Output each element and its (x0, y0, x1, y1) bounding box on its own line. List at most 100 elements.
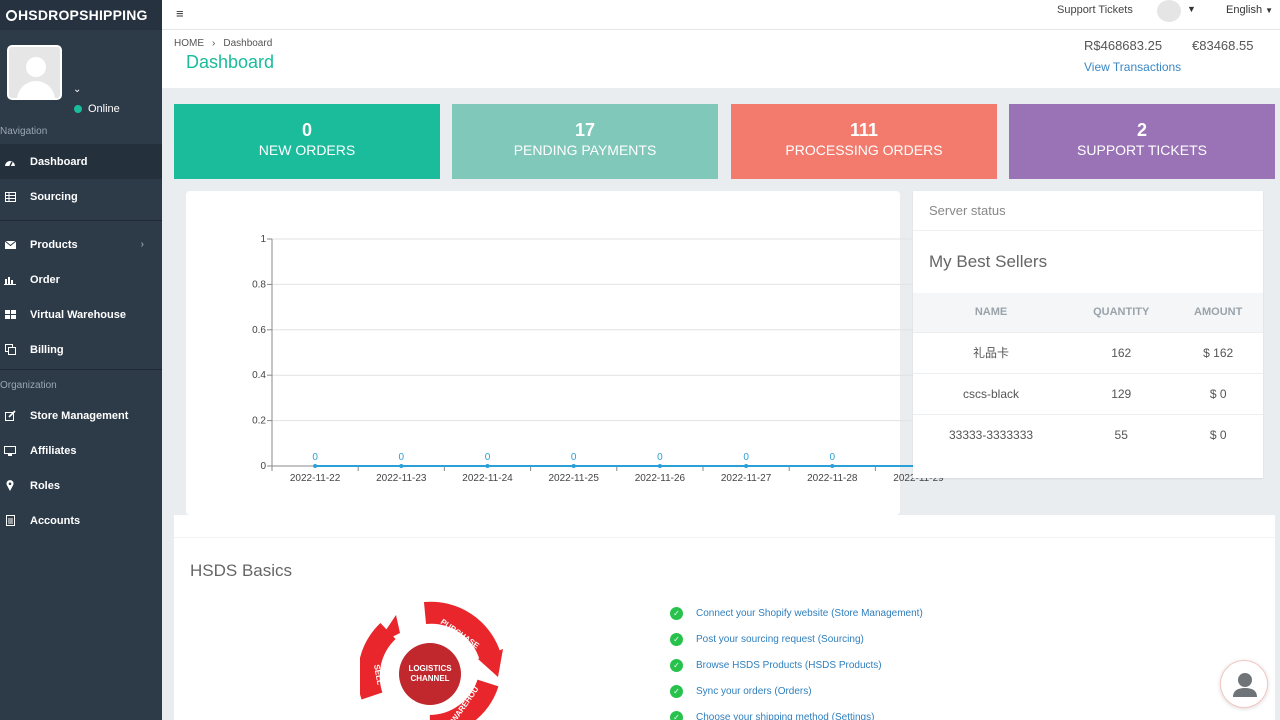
x-tick-label: 2022-11-24 (462, 473, 513, 484)
caret-down-icon: ▼ (1265, 6, 1274, 15)
checklist-item[interactable]: ✓ Browse HSDS Products (HSDS Products) (670, 653, 923, 679)
sidebar-item-affiliates[interactable]: Affiliates (0, 433, 162, 468)
checklist-item[interactable]: ✓ Post your sourcing request (Sourcing) (670, 627, 923, 653)
brand-logo[interactable]: HSDROPSHIPPING (0, 0, 162, 30)
cell-amount: $ 162 (1173, 331, 1263, 373)
y-tick-label: 1 (260, 234, 266, 245)
stat-value: 17 (574, 120, 596, 140)
column-header-name[interactable]: NAME (913, 293, 1070, 332)
sidebar-item-label: Dashboard (30, 155, 88, 168)
check-icon: ✓ (670, 684, 683, 698)
hamburger-menu-icon[interactable]: ≡ (176, 6, 184, 21)
checklist-link[interactable]: Browse HSDS Products (HSDS Products) (696, 660, 882, 671)
checklist-link[interactable]: Post your sourcing request (Sourcing) (696, 634, 864, 645)
breadcrumb-home[interactable]: HOME (174, 38, 204, 49)
sidebar-item-store-management[interactable]: Store Management (0, 398, 162, 433)
topbar: ≡ Support Tickets ▼ English ▼ (162, 0, 1280, 30)
copy-icon (3, 344, 17, 356)
data-point (571, 464, 576, 468)
sidebar-item-virtual-warehouse[interactable]: Virtual Warehouse (0, 297, 162, 332)
sidebar-item-dashboard[interactable]: Dashboard (0, 144, 162, 179)
orders-chart: 0 0.2 0.4 0.6 0.8 1 2022-11-22 2022-11-23 2022-1… (252, 234, 944, 484)
balance-eur: €83468.55 (1192, 38, 1254, 53)
checklist-link[interactable]: Connect your Shopify website (Store Mana… (696, 608, 923, 619)
data-label: 0 (830, 452, 836, 463)
y-tick-label: 0.2 (252, 416, 266, 427)
checklist-item[interactable]: ✓ Sync your orders (Orders) (670, 678, 923, 704)
sidebar-item-products[interactable]: Products › (0, 227, 162, 262)
cell-quantity: 162 (1069, 331, 1174, 373)
y-tick-label: 0.6 (252, 325, 266, 336)
nav-heading: Navigation (0, 126, 48, 137)
check-icon: ✓ (670, 710, 683, 720)
edit-icon (3, 410, 17, 422)
sidebar-item-label: Affiliates (30, 444, 77, 457)
balance-brl: R$468683.25 (1084, 38, 1163, 53)
logo-circle-icon (6, 9, 17, 21)
status-dot-icon (74, 105, 82, 113)
page-title: Dashboard (186, 52, 275, 72)
stat-card-processing-orders[interactable]: 111 PROCESSING ORDERS (731, 104, 997, 179)
data-label: 0 (657, 452, 663, 463)
data-point (399, 464, 404, 468)
breadcrumb-current: Dashboard (223, 38, 273, 49)
stat-label: SUPPORT TICKETS (1077, 142, 1207, 158)
data-point (657, 464, 662, 468)
checklist-link[interactable]: Sync your orders (Orders) (696, 686, 812, 697)
sidebar-item-label: Virtual Warehouse (30, 308, 126, 321)
cell-amount: $ 0 (1173, 413, 1263, 455)
table-row: 33333-3333333 55 $ 0 (913, 413, 1263, 455)
stat-card-new-orders[interactable]: 0 NEW ORDERS (174, 104, 440, 179)
data-label: 0 (485, 452, 491, 463)
basics-title: HSDS Basics (190, 561, 293, 580)
stat-card-pending-payments[interactable]: 17 PENDING PAYMENTS (452, 104, 718, 179)
data-label: 0 (312, 452, 318, 463)
language-select[interactable]: English ▼ (1226, 4, 1273, 16)
user-avatar[interactable] (1157, 0, 1181, 22)
breadcrumb: HOME › Dashboard (174, 38, 272, 49)
sidebar-item-roles[interactable]: Roles (0, 468, 162, 503)
column-header-quantity[interactable]: QUANTITY (1069, 293, 1174, 332)
chevron-right-icon: › (212, 38, 216, 49)
online-status: Online (74, 103, 120, 115)
check-icon: ✓ (670, 658, 683, 672)
basics-panel: HSDS Basics LOGISTICS CHANNEL PURCHASE S… (174, 515, 1275, 720)
cell-quantity: 55 (1069, 413, 1174, 455)
chevron-right-icon: › (140, 239, 144, 250)
stat-card-support-tickets[interactable]: 2 SUPPORT TICKETS (1009, 104, 1275, 179)
data-point (485, 464, 490, 468)
envelope-icon (3, 239, 17, 251)
data-point (744, 464, 749, 468)
sidebar-item-accounts[interactable]: Accounts (0, 503, 162, 538)
support-agent-icon (1233, 673, 1257, 697)
sidebar: HSDROPSHIPPING ⌄ Online Navigation Dashb… (0, 0, 162, 720)
profile-dropdown-icon[interactable]: ⌄ (73, 84, 81, 95)
cell-quantity: 129 (1069, 372, 1174, 414)
sidebar-item-order[interactable]: Order (0, 262, 162, 297)
sidebar-item-label: Sourcing (30, 190, 78, 203)
support-tickets-link[interactable]: Support Tickets (1057, 4, 1133, 16)
x-tick-label: 2022-11-23 (376, 473, 427, 484)
chat-support-button[interactable] (1220, 660, 1268, 708)
logo-text: HSDROPSHIPPING (18, 7, 148, 23)
y-tick-label: 0.4 (252, 370, 266, 381)
checklist-link[interactable]: Choose your shipping method (Settings) (696, 712, 874, 720)
sidebar-item-sourcing[interactable]: Sourcing (0, 179, 162, 214)
best-sellers-panel: Server status My Best Sellers NAME QUANT… (913, 191, 1263, 478)
sidebar-item-billing[interactable]: Billing (0, 332, 162, 367)
table-header-row: NAME QUANTITY AMOUNT (913, 293, 1263, 332)
caret-down-icon[interactable]: ▼ (1187, 4, 1196, 14)
check-icon: ✓ (670, 633, 683, 647)
cycle-center-line2: CHANNEL (410, 674, 449, 683)
avatar[interactable] (7, 45, 62, 100)
check-icon: ✓ (670, 607, 683, 621)
checklist-item[interactable]: ✓ Connect your Shopify website (Store Man… (670, 601, 923, 627)
user-profile: ⌄ Online (0, 30, 162, 115)
logistics-cycle-diagram: LOGISTICS CHANNEL PURCHASE SELL WAREHOU (360, 601, 503, 720)
checklist-item[interactable]: ✓ Choose your shipping method (Settings) (670, 704, 923, 720)
view-transactions-link[interactable]: View Transactions (1084, 60, 1181, 74)
cell-name: 礼品卡 (913, 331, 1070, 373)
table-row: cscs-black 129 $ 0 (913, 372, 1263, 414)
bar-chart-icon (3, 274, 17, 286)
column-header-amount[interactable]: AMOUNT (1173, 293, 1263, 332)
